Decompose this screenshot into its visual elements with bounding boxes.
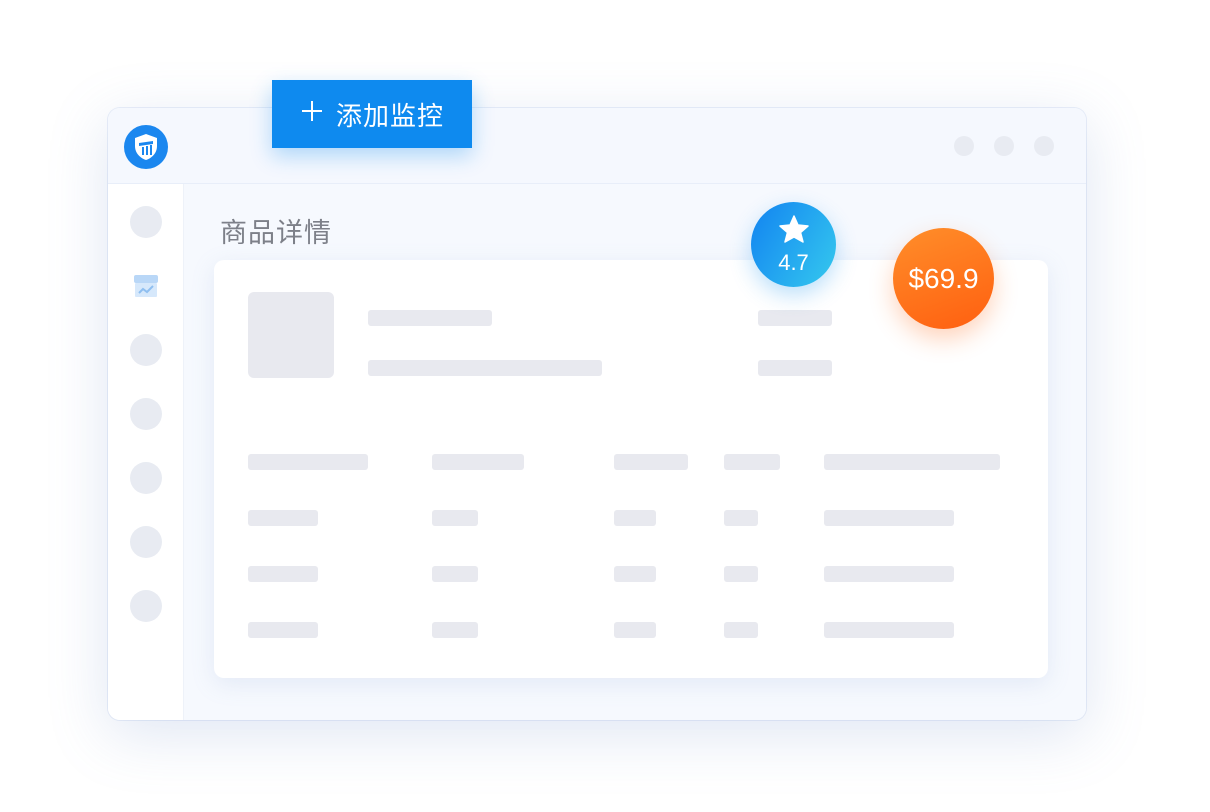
sidebar-item[interactable] xyxy=(130,398,162,430)
table-cell-placeholder xyxy=(824,566,954,582)
table-cell-placeholder xyxy=(432,566,478,582)
plus-icon xyxy=(300,99,324,129)
star-icon xyxy=(778,214,810,248)
add-monitor-button[interactable]: 添加监控 xyxy=(272,80,472,148)
product-thumbnail xyxy=(248,292,334,378)
price-badge: $69.9 xyxy=(893,228,994,329)
table-cell-placeholder xyxy=(614,566,656,582)
table-cell-placeholder xyxy=(248,510,318,526)
table-cell-placeholder xyxy=(432,510,478,526)
table-header-placeholder xyxy=(824,454,1000,470)
window-dot[interactable] xyxy=(994,136,1014,156)
sidebar-item[interactable] xyxy=(130,590,162,622)
table-cell-placeholder xyxy=(614,622,656,638)
table-header-placeholder xyxy=(614,454,688,470)
table-cell-placeholder xyxy=(724,510,758,526)
placeholder-line xyxy=(368,310,492,326)
store-chart-icon[interactable] xyxy=(132,272,160,300)
page-title: 商品详情 xyxy=(220,218,332,249)
table-cell-placeholder xyxy=(614,510,656,526)
window-controls xyxy=(954,136,1054,156)
table-header-placeholder xyxy=(432,454,524,470)
table-cell-placeholder xyxy=(248,566,318,582)
rating-badge: 4.7 xyxy=(751,202,836,287)
sidebar-item[interactable] xyxy=(130,206,162,238)
window-dot[interactable] xyxy=(1034,136,1054,156)
sidebar xyxy=(108,184,184,720)
table-cell-placeholder xyxy=(724,622,758,638)
rating-value: 4.7 xyxy=(778,249,809,275)
table-cell-placeholder xyxy=(824,510,954,526)
title-bar xyxy=(108,108,1086,184)
shield-logo-icon xyxy=(124,125,168,169)
table-header-placeholder xyxy=(248,454,368,470)
table-cell-placeholder xyxy=(724,566,758,582)
sidebar-item[interactable] xyxy=(130,334,162,366)
table-cell-placeholder xyxy=(824,622,954,638)
add-monitor-label: 添加监控 xyxy=(335,101,444,132)
table-cell-placeholder xyxy=(432,622,478,638)
placeholder-line xyxy=(758,360,832,376)
app-window: 商品详情 xyxy=(108,108,1086,720)
placeholder-line xyxy=(368,360,602,376)
table-header-placeholder xyxy=(724,454,780,470)
table-cell-placeholder xyxy=(248,622,318,638)
window-dot[interactable] xyxy=(954,136,974,156)
placeholder-line xyxy=(758,310,832,326)
sidebar-item[interactable] xyxy=(130,526,162,558)
sidebar-item[interactable] xyxy=(130,462,162,494)
